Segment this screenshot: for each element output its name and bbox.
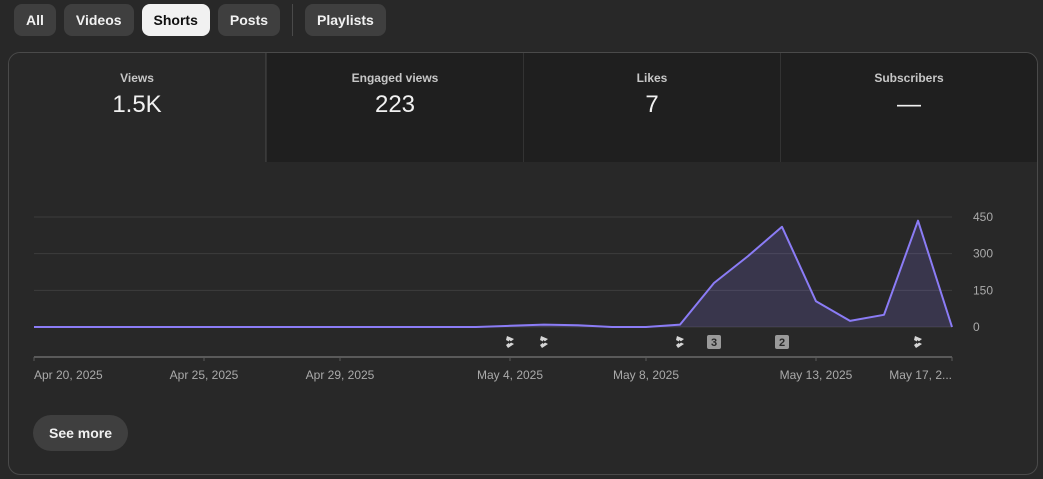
series-area <box>34 220 952 327</box>
chip-posts[interactable]: Posts <box>217 4 281 36</box>
see-more-button[interactable]: See more <box>33 415 129 451</box>
y-tick-label: 300 <box>973 247 993 261</box>
x-tick-label: Apr 20, 2025 <box>34 368 103 382</box>
analytics-card: Views 1.5K Engaged views 223 Likes 7 Sub… <box>8 52 1038 475</box>
tab-engaged-views[interactable]: Engaged views 223 <box>266 53 523 162</box>
x-tick-label: May 8, 2025 <box>613 368 679 382</box>
tab-subscribers[interactable]: Subscribers — <box>780 53 1037 162</box>
chip-shorts[interactable]: Shorts <box>141 4 210 36</box>
upload-count-label: 3 <box>711 337 717 349</box>
chip-videos[interactable]: Videos <box>63 4 134 36</box>
chip-divider <box>292 4 294 36</box>
tab-value: — <box>897 91 921 118</box>
filter-chips: All Videos Shorts Posts Playlists <box>14 4 386 36</box>
y-tick-label: 450 <box>973 210 993 224</box>
x-tick-label: May 13, 2025 <box>780 368 853 382</box>
upload-count-label: 2 <box>779 337 785 349</box>
shorts-upload-icon[interactable] <box>540 336 548 348</box>
tab-label: Likes <box>636 71 668 85</box>
shorts-upload-icon[interactable] <box>506 336 514 348</box>
tab-views[interactable]: Views 1.5K <box>9 53 266 162</box>
x-tick-label: Apr 29, 2025 <box>306 368 375 382</box>
chip-playlists[interactable]: Playlists <box>305 4 386 36</box>
tab-label: Views <box>120 71 154 85</box>
y-tick-label: 150 <box>973 283 993 297</box>
metric-tabs: Views 1.5K Engaged views 223 Likes 7 Sub… <box>9 53 1037 162</box>
x-tick-label: May 4, 2025 <box>477 368 543 382</box>
tab-value: 1.5K <box>112 91 162 118</box>
tab-value: 7 <box>645 91 659 118</box>
tab-value: 223 <box>374 91 416 118</box>
tab-likes[interactable]: Likes 7 <box>523 53 780 162</box>
x-tick-label: May 17, 2... <box>889 368 952 382</box>
tab-label: Engaged views <box>351 71 439 85</box>
shorts-upload-icon[interactable] <box>676 336 684 348</box>
tab-label: Subscribers <box>874 71 944 85</box>
views-chart: 0 150 300 450 Apr 20, 2025 Apr 25, 2025 Apr 29… <box>33 210 993 382</box>
shorts-upload-icon[interactable] <box>914 336 922 348</box>
y-tick-label: 0 <box>973 320 980 334</box>
chip-all[interactable]: All <box>14 4 56 36</box>
x-tick-label: Apr 25, 2025 <box>170 368 239 382</box>
